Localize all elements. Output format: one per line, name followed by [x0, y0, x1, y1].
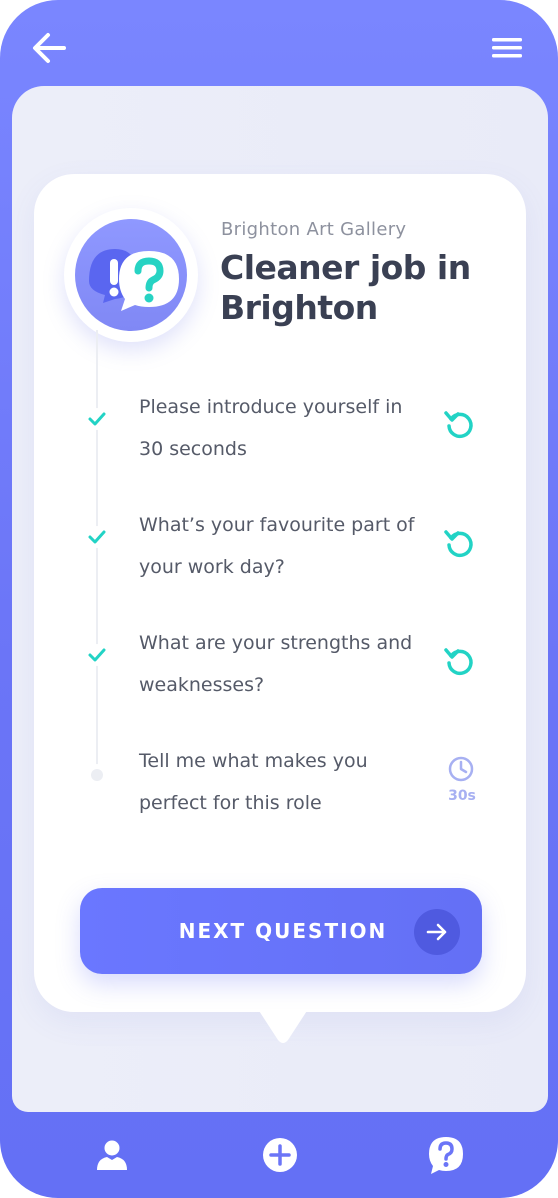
next-question-label: NEXT QUESTION — [178, 919, 388, 943]
job-title: Cleaner job in Brighton — [220, 248, 471, 327]
clock-icon — [448, 756, 474, 782]
check-icon — [86, 526, 108, 548]
nav-add-button[interactable] — [259, 1134, 301, 1176]
dot-icon — [86, 764, 108, 786]
arrow-right-icon — [426, 923, 447, 941]
job-badge — [64, 208, 198, 342]
back-button[interactable] — [28, 28, 70, 68]
phone-frame: Brighton Art Gallery Cleaner job in Brig… — [0, 0, 558, 1198]
nav-profile-button[interactable] — [91, 1134, 133, 1176]
top-bar — [0, 0, 558, 92]
employer-name: Brighton Art Gallery — [221, 219, 407, 240]
question-item: What’s your favourite part of your work … — [0, 502, 558, 602]
next-question-button[interactable]: NEXT QUESTION — [80, 888, 482, 974]
question-text: Please introduce yourself in 30 seconds — [139, 396, 403, 460]
arrow-left-icon — [33, 33, 66, 63]
check-icon — [86, 408, 108, 430]
retry-icon[interactable] — [441, 405, 479, 443]
profile-icon — [97, 1140, 127, 1170]
question-text: Tell me what makes you perfect for this … — [139, 750, 368, 814]
hamburger-menu-icon — [492, 38, 522, 58]
add-circle-icon — [263, 1138, 297, 1172]
retry-icon[interactable] — [441, 642, 479, 680]
question-item: Please introduce yourself in 30 seconds — [0, 384, 558, 484]
question-item: What are your strengths and weaknesses? — [0, 620, 558, 720]
card-pointer — [252, 1000, 314, 1043]
nav-help-button[interactable] — [425, 1134, 467, 1176]
timer-label: 30s — [448, 788, 476, 804]
bottom-nav — [0, 1112, 558, 1198]
check-icon — [86, 644, 108, 666]
question-exclamation-chat-icon — [89, 249, 179, 311]
menu-button[interactable] — [486, 32, 528, 66]
question-text: What’s your favourite part of your work … — [139, 514, 415, 578]
retry-icon[interactable] — [441, 524, 479, 562]
question-text: What are your strengths and weaknesses? — [139, 632, 413, 696]
help-chat-icon — [429, 1137, 463, 1174]
next-arrow-circle — [414, 909, 460, 955]
